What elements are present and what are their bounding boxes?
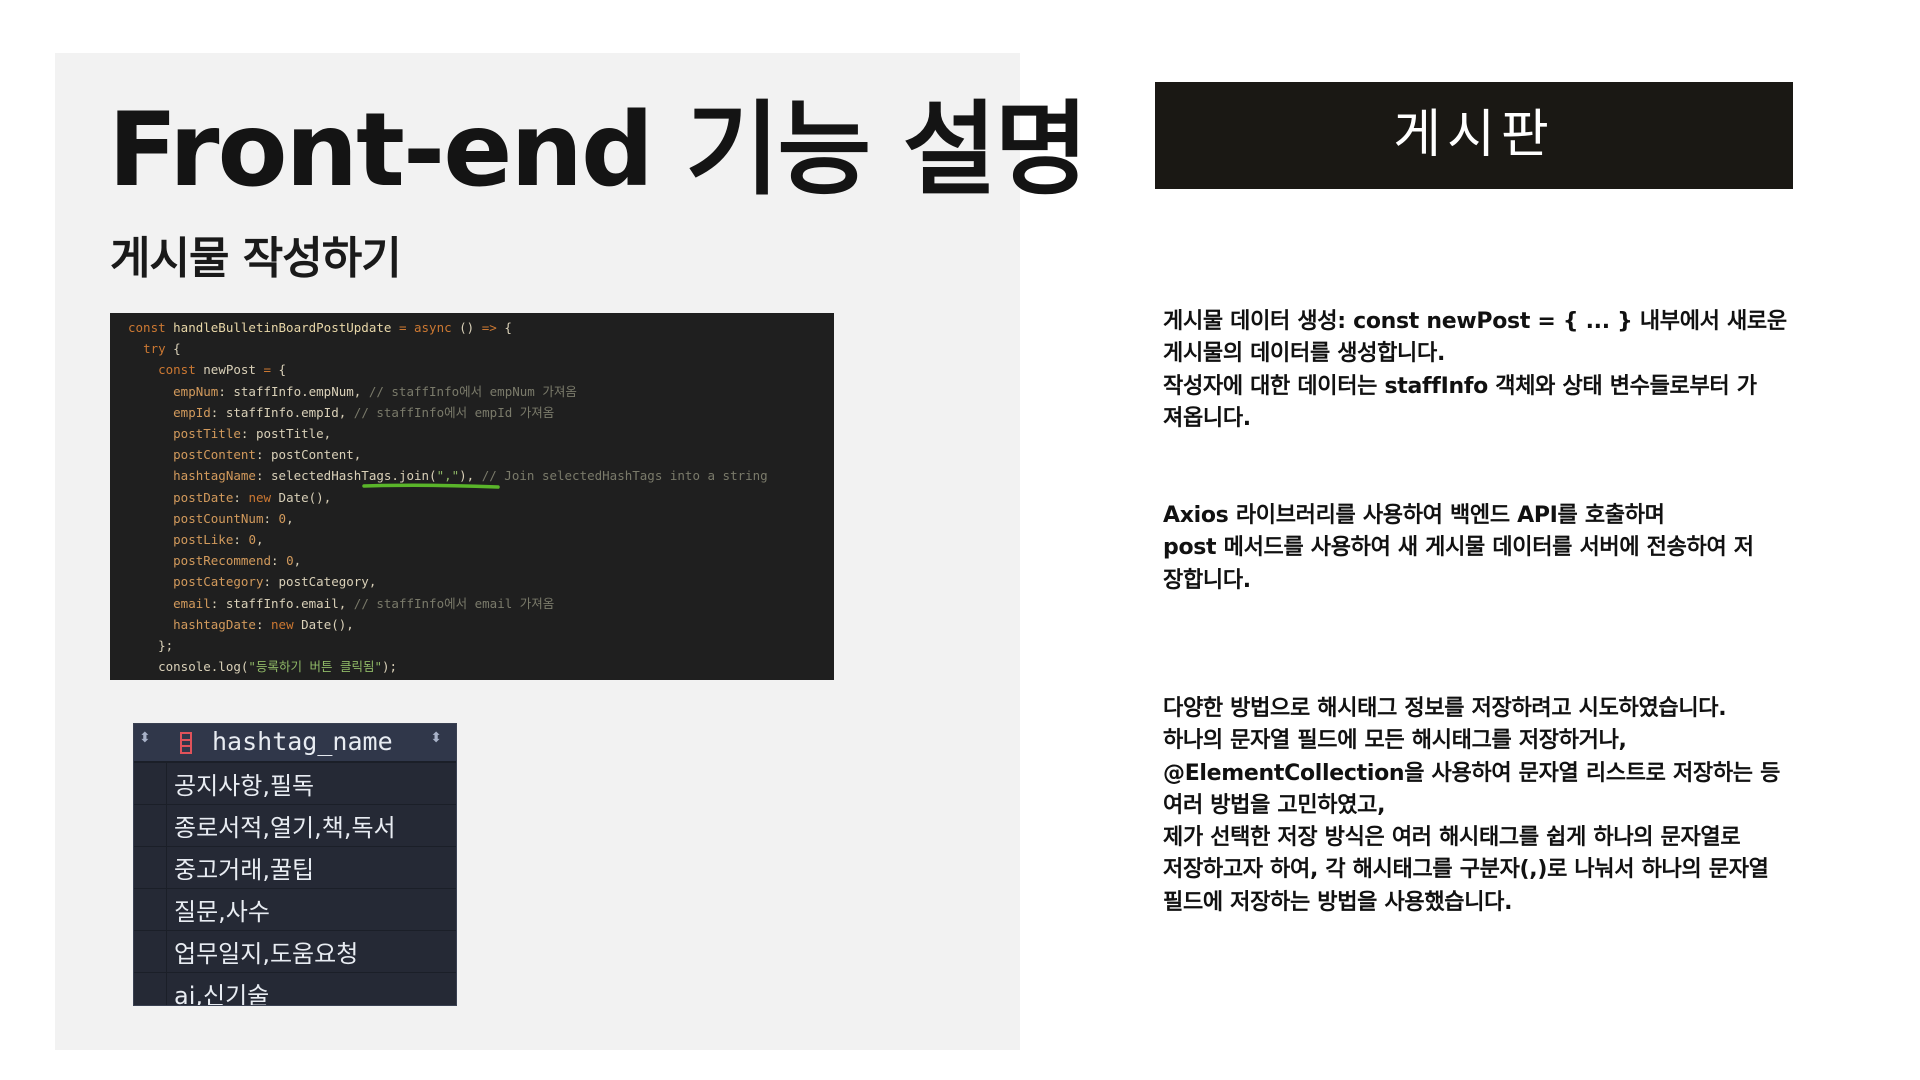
table-cell: ai,신기술 xyxy=(174,982,270,1006)
paragraph-line: @ElementCollection을 사용하여 문자열 리스트로 저장하는 등 xyxy=(1163,760,1781,786)
paragraph-line: 다양한 방법으로 해시태그 정보를 저장하려고 시도하였습니다. xyxy=(1163,696,1727,721)
code-line: }; xyxy=(128,638,174,654)
table-cell: 질문,사수 xyxy=(174,898,270,926)
table-row: 업무일지,도움요청 xyxy=(134,931,456,973)
code-line: postRecommend: 0, xyxy=(173,553,302,569)
paragraph-line: 져옵니다. xyxy=(1163,405,1251,431)
table-cell: 중고거래,꿀팁 xyxy=(174,856,315,884)
paragraph-hashtag-storage: 다양한 방법으로 해시태그 정보를 저장하려고 시도하였습니다. 하나의 문자열… xyxy=(1163,693,1780,919)
table-row: 종로서적,열기,책,독서 xyxy=(134,805,456,847)
table-row: ai,신기술 xyxy=(134,973,456,1006)
table-row: 질문,사수 xyxy=(134,889,456,931)
table-cell: 업무일지,도움요청 xyxy=(174,940,359,968)
table-cell: 종로서적,열기,책,독서 xyxy=(174,814,396,842)
paragraph-line: 하나의 문자열 필드에 모든 해시태그를 저장하거나, xyxy=(1163,728,1627,754)
paragraph-line: 게시물 데이터 생성: const newPost = { ... } 내부에서… xyxy=(1163,309,1787,334)
paragraph-line: 게시물의 데이터를 생성합니다. xyxy=(1163,341,1445,367)
code-line: postTitle: postTitle, xyxy=(173,426,332,442)
paragraph-line: 제가 선택한 저장 방식은 여러 해시태그를 쉽게 하나의 문자열로 xyxy=(1163,825,1741,851)
hashtag-db-table: ⬍ hashtag_name ⬍ 공지사항,필독 종로서적,열기,책,독서 중고… xyxy=(133,723,457,1006)
paragraph-line: 장합니다. xyxy=(1163,567,1251,593)
section-heading: 게시판 xyxy=(1155,82,1793,189)
column-name: hashtag_name xyxy=(212,727,393,756)
highlight-underline xyxy=(362,483,500,489)
paragraph-line: Axios 라이브러리를 사용하여 백엔드 API를 호출하며 xyxy=(1163,503,1665,528)
code-line: postLike: 0, xyxy=(173,532,264,548)
paragraph-line: 필드에 저장하는 방법을 사용했습니다. xyxy=(1163,889,1513,915)
code-line: empId: staffInfo.empId, // staffInfo에서 e… xyxy=(173,404,555,420)
page-subtitle: 게시물 작성하기 xyxy=(110,233,402,284)
table-row: 중고거래,꿀팁 xyxy=(134,847,456,889)
paragraph-line: 여러 방법을 고민하였고, xyxy=(1163,792,1386,818)
sort-icon[interactable]: ⬍ xyxy=(430,730,442,746)
code-line: email: staffInfo.email, // staffInfo에서 e… xyxy=(173,595,555,611)
sort-icon[interactable]: ⬍ xyxy=(139,730,151,746)
code-line: try { xyxy=(143,341,181,357)
code-line: console.log("등록하기 버튼 클릭됨"); xyxy=(128,659,398,675)
code-line: const newPost = { xyxy=(158,362,287,378)
code-line: postCategory: postCategory, xyxy=(173,574,377,590)
db-table-header: ⬍ hashtag_name ⬍ xyxy=(134,724,456,763)
paragraph-line: 저장하고자 하여, 각 해시태그를 구분자(,)로 나눠서 하나의 문자열 xyxy=(1163,857,1769,883)
table-row: 공지사항,필독 xyxy=(134,763,456,805)
code-line: postDate: new Date(), xyxy=(173,489,332,505)
paragraph-axios: Axios 라이브러리를 사용하여 백엔드 API를 호출하며 post 메서드… xyxy=(1163,500,1754,597)
code-line: hashtagDate: new Date(), xyxy=(173,616,354,632)
table-cell: 공지사항,필독 xyxy=(174,772,315,800)
code-line: empNum: staffInfo.empNum, // staffInfo에서… xyxy=(173,383,577,399)
code-screenshot: const handleBulletinBoardPostUpdate = as… xyxy=(110,313,834,680)
column-icon xyxy=(180,732,192,754)
code-line: postContent: postContent, xyxy=(173,447,362,463)
paragraph-line: 작성자에 대한 데이터는 staffInfo 객체와 상태 변수들로부터 가 xyxy=(1163,373,1757,399)
paragraph-line: post 메서드를 사용하여 새 게시물 데이터를 서버에 전송하여 저 xyxy=(1163,535,1754,561)
paragraph-post-data: 게시물 데이터 생성: const newPost = { ... } 내부에서… xyxy=(1163,306,1787,435)
page-title: Front-end 기능 설명 xyxy=(108,91,1088,210)
code-line: postCountNum: 0, xyxy=(173,510,294,526)
code-line: const handleBulletinBoardPostUpdate = as… xyxy=(128,320,512,335)
